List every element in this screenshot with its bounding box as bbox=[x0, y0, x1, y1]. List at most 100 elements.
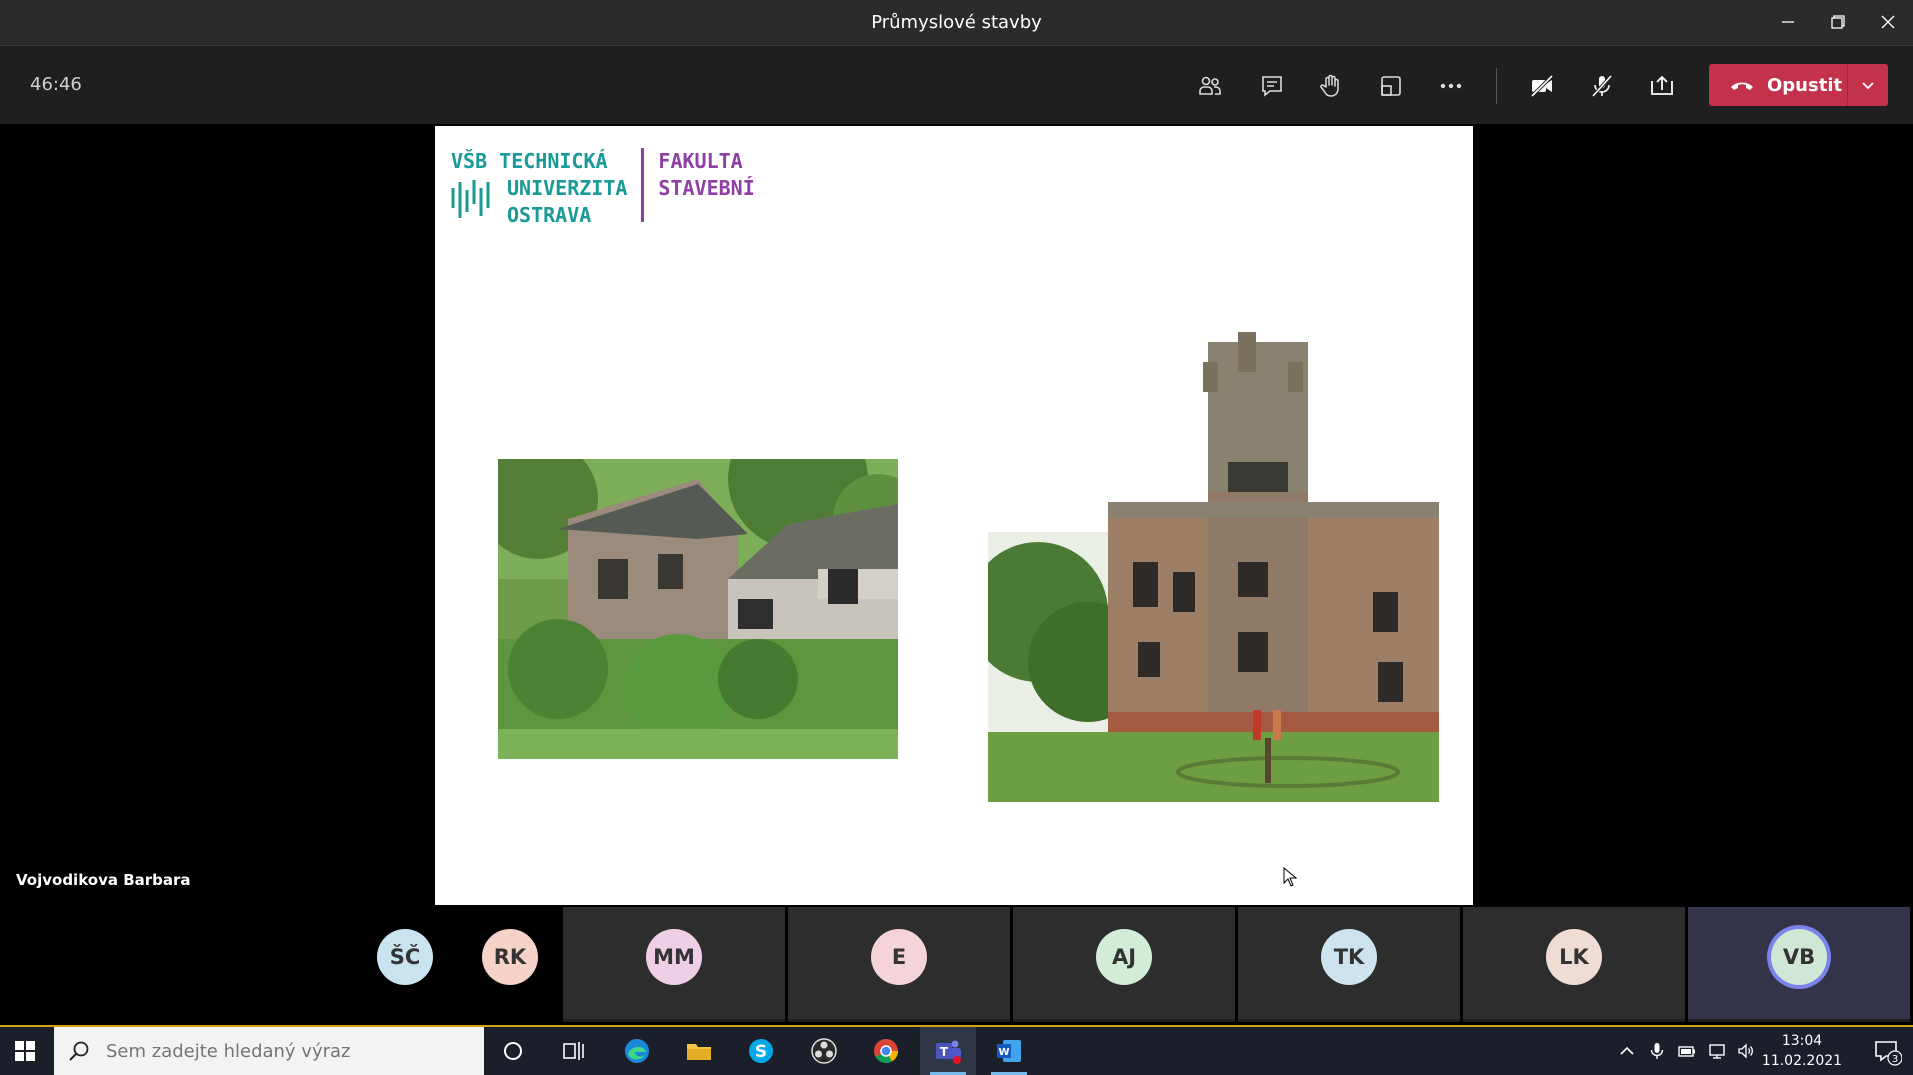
participant-avatar: RK bbox=[482, 928, 538, 985]
chevron-down-icon bbox=[1862, 82, 1874, 90]
participant-tile[interactable]: TK bbox=[1238, 907, 1460, 1022]
tile-name-bar bbox=[1463, 1019, 1685, 1022]
clock-time: 13:04 bbox=[1781, 1033, 1823, 1049]
participants-button[interactable] bbox=[1187, 63, 1233, 109]
leave-button[interactable]: Opustit bbox=[1709, 64, 1847, 106]
share-screen-icon bbox=[1651, 75, 1673, 95]
obs-app-button[interactable] bbox=[796, 1027, 852, 1075]
window-title-bar: Průmyslové stavby bbox=[0, 0, 1913, 46]
participant-tile[interactable]: E bbox=[788, 907, 1010, 1022]
participant-avatar: VB bbox=[1771, 928, 1827, 985]
participant-tile[interactable]: MM bbox=[563, 907, 785, 1022]
tile-name-bar bbox=[563, 1019, 785, 1022]
battery-icon bbox=[1678, 1046, 1695, 1057]
notifications-icon: 3 bbox=[1875, 1041, 1902, 1066]
taskbar-search-box[interactable] bbox=[54, 1027, 484, 1075]
task-view-button[interactable] bbox=[545, 1027, 601, 1075]
participant-tile[interactable]: RK bbox=[475, 907, 545, 1022]
rooms-button[interactable] bbox=[1368, 63, 1414, 109]
svg-text:T: T bbox=[940, 1045, 949, 1059]
svg-text:S: S bbox=[755, 1042, 767, 1062]
minimize-button[interactable] bbox=[1763, 0, 1813, 44]
university-logo: VŠB TECHNICKÁ UNIVERZITA OSTRAVA FAKULTA… bbox=[451, 148, 755, 229]
more-icon bbox=[1440, 83, 1462, 89]
file-explorer-button[interactable] bbox=[671, 1027, 727, 1075]
camera-off-icon bbox=[1530, 74, 1554, 98]
meeting-timer: 46:46 bbox=[30, 74, 82, 95]
leave-button-label: Opustit bbox=[1767, 74, 1843, 96]
chrome-app-button[interactable] bbox=[858, 1027, 914, 1075]
participant-avatar: E bbox=[871, 928, 927, 985]
microphone-icon bbox=[1650, 1043, 1664, 1059]
more-actions-button[interactable] bbox=[1428, 63, 1474, 109]
chat-button[interactable] bbox=[1249, 63, 1295, 109]
folder-icon bbox=[687, 1044, 711, 1060]
start-button[interactable] bbox=[0, 1027, 50, 1075]
meeting-toolbar: 46:46 Opustit bbox=[0, 46, 1913, 124]
leave-options-button[interactable] bbox=[1848, 77, 1888, 93]
edge-app-button[interactable] bbox=[609, 1027, 665, 1075]
chat-icon bbox=[1262, 76, 1282, 97]
presentation-slide: VŠB TECHNICKÁ UNIVERZITA OSTRAVA FAKULTA… bbox=[435, 126, 1473, 905]
search-icon bbox=[69, 1041, 89, 1061]
logo-university-name: VŠB TECHNICKÁ UNIVERZITA OSTRAVA bbox=[451, 148, 627, 229]
obs-icon bbox=[811, 1038, 837, 1064]
teams-icon: T bbox=[936, 1040, 961, 1064]
logo-faculty-name: FAKULTA STAVEBNÍ bbox=[658, 148, 754, 229]
show-hidden-icons-button[interactable] bbox=[1614, 1027, 1640, 1075]
windows-taskbar: S T W 13:04 11.02.2021 3 bbox=[0, 1025, 1913, 1075]
close-button[interactable] bbox=[1863, 0, 1913, 44]
participant-tile[interactable]: ŠČ bbox=[370, 907, 440, 1022]
logo-divider bbox=[641, 148, 645, 222]
logo-line-1: VŠB TECHNICKÁ bbox=[451, 149, 608, 173]
ruined-house-photo bbox=[498, 459, 898, 759]
participant-tile-self[interactable]: VB bbox=[1688, 907, 1910, 1022]
chevron-up-icon bbox=[1620, 1046, 1634, 1055]
battery-tray-button[interactable] bbox=[1674, 1027, 1700, 1075]
teams-app-button[interactable]: T bbox=[920, 1027, 976, 1075]
participant-tile[interactable]: AJ bbox=[1013, 907, 1235, 1022]
chrome-icon bbox=[874, 1039, 898, 1064]
notification-count: 3 bbox=[1892, 1054, 1898, 1065]
search-input[interactable] bbox=[106, 1040, 466, 1062]
edge-icon bbox=[625, 1039, 649, 1063]
shared-content-stage: VŠB TECHNICKÁ UNIVERZITA OSTRAVA FAKULTA… bbox=[0, 124, 1913, 907]
tile-name-bar bbox=[1688, 1019, 1910, 1022]
cortana-button[interactable] bbox=[485, 1027, 541, 1075]
svg-text:W: W bbox=[998, 1047, 1009, 1058]
participant-strip: ŠČ RK MM E AJ TK LK VB bbox=[0, 907, 1913, 1025]
participant-avatar: AJ bbox=[1096, 928, 1152, 985]
word-icon: W bbox=[997, 1040, 1021, 1062]
speaker-name-label: Vojvodikova Barbara bbox=[16, 871, 191, 889]
participant-avatar: LK bbox=[1546, 928, 1602, 985]
mouse-cursor-icon bbox=[1283, 867, 1297, 887]
tile-name-bar bbox=[1238, 1019, 1460, 1022]
task-view-icon bbox=[563, 1042, 584, 1060]
participant-tile[interactable]: LK bbox=[1463, 907, 1685, 1022]
network-icon bbox=[1709, 1044, 1725, 1059]
ruined-castle-photo bbox=[988, 332, 1439, 802]
minimize-icon bbox=[1782, 21, 1794, 23]
participant-avatar: TK bbox=[1321, 928, 1377, 985]
vsb-bars-icon bbox=[451, 180, 490, 218]
restore-button[interactable] bbox=[1813, 0, 1863, 44]
toolbar-divider bbox=[1496, 68, 1497, 104]
tile-name-bar bbox=[788, 1019, 1010, 1022]
close-icon bbox=[1881, 15, 1895, 29]
network-tray-button[interactable] bbox=[1704, 1027, 1730, 1075]
skype-icon: S bbox=[749, 1039, 773, 1063]
windows-logo-icon bbox=[15, 1041, 35, 1061]
microphone-toggle-button[interactable] bbox=[1579, 63, 1625, 109]
word-app-button[interactable]: W bbox=[981, 1027, 1037, 1075]
share-content-button[interactable] bbox=[1639, 63, 1685, 109]
skype-app-button[interactable]: S bbox=[733, 1027, 789, 1075]
logo-faculty-line-2: STAVEBNÍ bbox=[658, 176, 755, 200]
camera-toggle-button[interactable] bbox=[1519, 63, 1565, 109]
restore-icon bbox=[1831, 15, 1845, 29]
taskbar-clock[interactable]: 13:04 11.02.2021 bbox=[1742, 1031, 1862, 1071]
hand-icon bbox=[1320, 74, 1339, 97]
raise-hand-button[interactable] bbox=[1308, 63, 1354, 109]
cortana-icon bbox=[504, 1042, 522, 1060]
microphone-tray-button[interactable] bbox=[1644, 1027, 1670, 1075]
action-center-button[interactable]: 3 bbox=[1862, 1027, 1912, 1075]
